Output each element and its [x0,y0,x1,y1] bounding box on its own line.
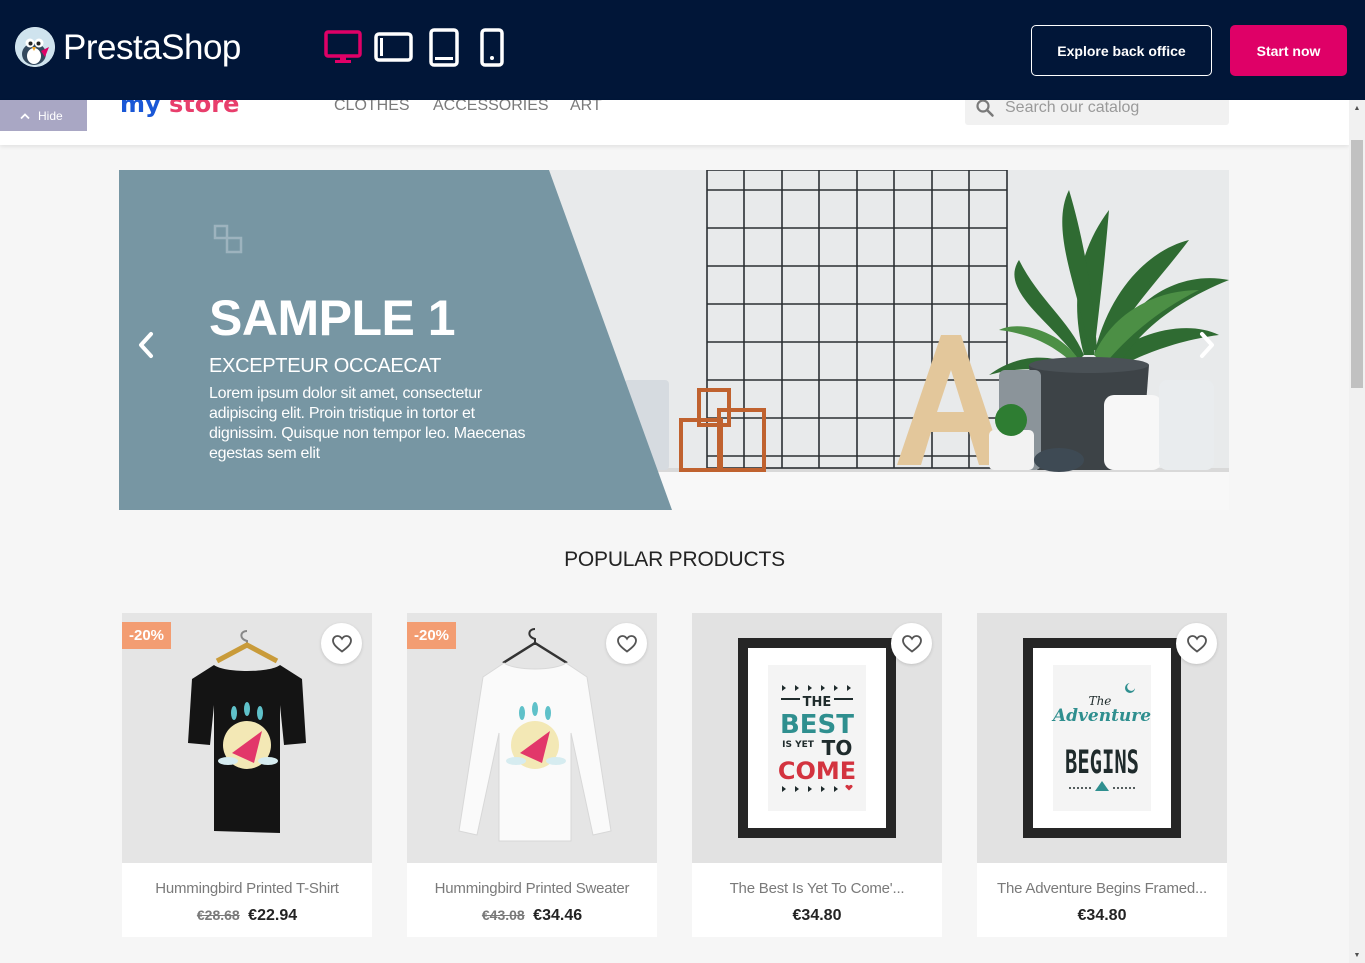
current-price: €34.46 [533,907,583,924]
product-image[interactable]: The Adventure BEGINS [977,613,1227,863]
explore-back-office-button[interactable]: Explore back office [1031,25,1212,76]
product-price-row: €28.68 €22.94 [122,907,372,925]
popular-products-title: POPULAR PRODUCTS [564,548,785,571]
heart-icon[interactable] [1176,623,1217,664]
product-card[interactable]: -20% Hummingbird Printed Sweater €43.08 … [407,613,657,937]
discount-badge: -20% [407,622,457,649]
prestashop-brand: PrestaShop [63,28,241,67]
slide-subtitle: EXCEPTEUR OCCAECAT [209,355,442,377]
page-scrollbar[interactable]: ▲ ▼ [1349,100,1365,963]
slide-description: Lorem ipsum dolor sit amet, consectetur … [209,385,526,462]
product-image[interactable]: THE BEST IS YET TO COME [692,613,942,863]
chevron-right-icon[interactable] [1194,330,1220,360]
nav-accessories[interactable]: ACCESSORIES [433,100,549,116]
tablet-landscape-icon[interactable] [374,28,414,68]
discount-badge: -20% [122,622,172,649]
hide-label: Hide [38,108,63,123]
nav-clothes[interactable]: CLOTHES [334,100,410,116]
demo-topbar: PrestaShop Explore back office Start now [0,0,1365,100]
chevron-up-icon [20,112,30,119]
scroll-up-arrow-icon[interactable]: ▲ [1349,100,1365,116]
hero-carousel[interactable]: SAMPLE 1 EXCEPTEUR OCCAECAT Lorem ipsum … [119,170,1229,510]
poster-text-adventure: Adventure [1051,706,1151,726]
chevron-left-icon[interactable] [133,330,159,360]
product-name[interactable]: The Adventure Begins Framed... [977,880,1227,897]
scroll-thumb[interactable] [1351,140,1363,388]
current-price: €34.80 [1077,907,1127,924]
heart-icon[interactable] [891,623,932,664]
shop-header: my store CLOTHES ACCESSORIES ART [0,100,1349,145]
product-name[interactable]: Hummingbird Printed T-Shirt [122,880,372,897]
search-input[interactable] [1005,100,1220,119]
product-image[interactable]: -20% [122,613,372,863]
slide-caption: SAMPLE 1 EXCEPTEUR OCCAECAT Lorem ipsum … [209,290,539,464]
slide-title: SAMPLE 1 [209,290,456,346]
scroll-down-arrow-icon[interactable]: ▼ [1349,947,1365,963]
poster-text-is-yet: IS YET [782,740,815,750]
search-box [965,100,1229,125]
current-price: €34.80 [792,907,842,924]
product-card[interactable]: The Adventure BEGINS The Adventure Begin… [977,613,1227,937]
hide-toolbar-button[interactable]: Hide [0,100,87,131]
poster-text-begins: BEGINS [1065,743,1139,781]
prestashop-logo-icon[interactable] [15,27,55,67]
heart-icon[interactable] [606,623,647,664]
product-price-row: €34.80 [692,907,942,925]
product-name[interactable]: The Best Is Yet To Come'... [692,880,942,897]
nav-art[interactable]: ART [570,100,602,116]
desktop-icon[interactable] [324,28,362,68]
product-card[interactable]: -20% Hummingbird Printed T-Shirt €28.68 … [122,613,372,937]
old-price: €43.08 [481,907,525,923]
start-now-button[interactable]: Start now [1230,25,1347,76]
current-price: €22.94 [248,907,298,924]
product-image[interactable]: -20% [407,613,657,863]
my-store-logo[interactable]: my store [120,100,239,119]
poster-text-the: THE [803,695,832,710]
search-icon[interactable] [975,100,995,123]
product-price-row: €34.80 [977,907,1227,925]
mobile-icon[interactable] [479,28,505,68]
tablet-portrait-icon[interactable] [428,28,460,68]
product-price-row: €43.08 €34.46 [407,907,657,925]
old-price: €28.68 [196,907,240,923]
product-name[interactable]: Hummingbird Printed Sweater [407,880,657,897]
product-card[interactable]: THE BEST IS YET TO COME The Best Is Yet … [692,613,942,937]
poster-text-come: COME [778,757,856,785]
heart-icon[interactable] [321,623,362,664]
